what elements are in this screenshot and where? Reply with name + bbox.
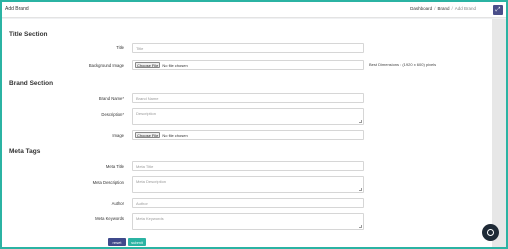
dimension-hint: Best Dimensions : (1920 x 600) pixels xyxy=(369,62,437,67)
title-label: Title xyxy=(116,45,124,50)
reset-button[interactable]: reset xyxy=(108,238,126,246)
author-label: Author xyxy=(111,201,124,206)
title-input[interactable] xyxy=(132,43,364,53)
app-frame: Add Brand Dashboard / Brand / Add Brand ⤢ Ti… xyxy=(2,2,506,247)
chat-widget-button[interactable] xyxy=(482,224,499,241)
background-image-label: Background Image xyxy=(88,63,124,68)
file-status: No file chosen xyxy=(162,132,188,138)
breadcrumb-dashboard[interactable]: Dashboard xyxy=(410,6,432,11)
resize-handle-icon[interactable] xyxy=(359,225,362,228)
scrollbar[interactable] xyxy=(492,19,506,247)
brand-name-input[interactable] xyxy=(132,93,364,103)
brand-name-label: Brand Name* xyxy=(98,96,124,101)
title-section-heading: Title Section xyxy=(9,31,48,38)
brand-section-heading: Brand Section xyxy=(9,80,54,87)
image-file-input[interactable]: Choose File No file chosen xyxy=(132,130,364,140)
resize-handle-icon[interactable] xyxy=(359,188,362,191)
background-image-file-input[interactable]: Choose File No file chosen xyxy=(132,60,364,70)
chat-icon xyxy=(487,229,494,236)
page-header: Add Brand Dashboard / Brand / Add Brand ⤢ xyxy=(2,2,506,18)
meta-title-input[interactable] xyxy=(132,161,364,171)
description-textarea[interactable] xyxy=(132,108,364,125)
meta-description-label: Meta Description xyxy=(92,180,124,185)
expand-button[interactable]: ⤢ xyxy=(493,5,503,15)
author-input[interactable] xyxy=(132,198,364,208)
meta-description-textarea[interactable] xyxy=(132,176,364,193)
image-label: Image xyxy=(112,133,124,138)
submit-button[interactable]: submit xyxy=(128,238,146,246)
page-title: Add Brand xyxy=(5,6,29,12)
meta-title-label: Meta Title xyxy=(105,164,124,169)
description-label: Description* xyxy=(101,112,124,117)
meta-keywords-label: Meta Keywords xyxy=(95,216,124,221)
resize-handle-icon[interactable] xyxy=(359,120,362,123)
breadcrumb: Dashboard / Brand / Add Brand xyxy=(410,6,476,11)
choose-file-button[interactable]: Choose File xyxy=(135,62,161,68)
choose-file-button[interactable]: Choose File xyxy=(135,132,161,138)
expand-icon: ⤢ xyxy=(495,6,501,13)
file-status: No file chosen xyxy=(162,62,188,68)
breadcrumb-brand[interactable]: Brand xyxy=(437,6,449,11)
meta-tags-heading: Meta Tags xyxy=(9,148,41,155)
meta-keywords-textarea[interactable] xyxy=(132,213,364,230)
breadcrumb-current: Add Brand xyxy=(454,6,476,11)
